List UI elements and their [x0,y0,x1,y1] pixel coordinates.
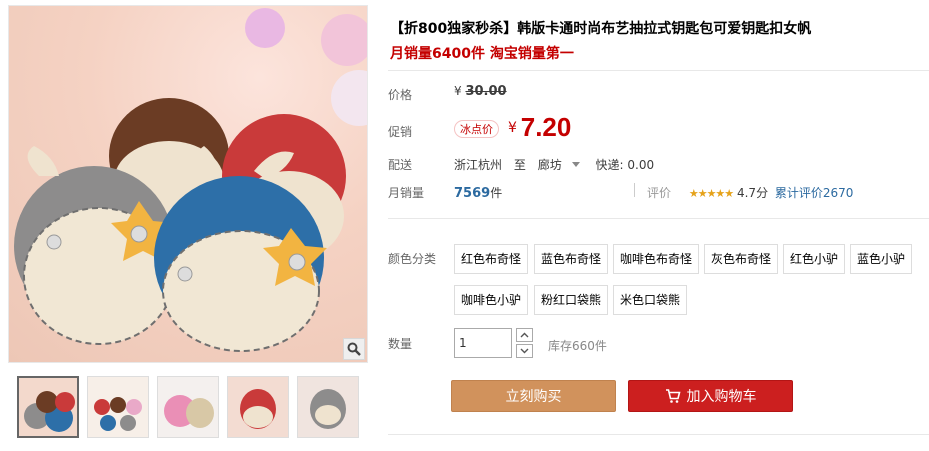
express-fee: 快递: 0.00 [595,158,655,172]
divider [388,70,929,71]
add-to-cart-label: 加入购物车 [686,389,757,405]
divider [388,218,929,219]
color-option[interactable]: 蓝色布奇怪 [534,244,609,274]
color-option[interactable]: 粉红口袋熊 [534,285,609,315]
monthly-sales-unit: 件 [490,186,503,200]
promo-label: 促销 [388,125,413,139]
thumbnail-5[interactable] [297,376,359,438]
quantity-decrease-button[interactable] [516,344,533,358]
shipping-label: 配送 [388,158,413,172]
buy-now-button[interactable]: 立刻购买 [451,380,616,412]
promo-tag-badge: 冰点价 [454,120,499,138]
review-count-link[interactable]: 累计评价2670 [775,186,854,200]
color-option[interactable]: 咖啡色小驴 [454,285,529,315]
quantity-input[interactable] [454,328,512,358]
monthly-sales: 7569件 [454,184,502,201]
monthly-sales-count: 7569 [454,186,491,201]
thumbnail-3[interactable] [157,376,219,438]
divider [388,434,929,435]
shipping-info: 浙江杭州 至 廊坊 快递: 0.00 [454,156,662,173]
product-title: 【折800独家秒杀】韩版卡通时尚布艺抽拉式钥匙包可爱钥匙扣女帆 [390,21,812,37]
main-product-image[interactable] [8,5,368,363]
promo-currency-symbol: ¥ [508,120,517,136]
color-option[interactable]: 咖啡色布奇怪 [613,244,700,274]
ship-to-value: 廊坊 [537,158,562,172]
color-option[interactable]: 灰色布奇怪 [704,244,779,274]
stock-count: 库存660件 [548,339,607,353]
product-subtitle: 月销量6400件 淘宝销量第一 [390,46,574,62]
cart-icon [665,389,681,403]
color-option[interactable]: 红色布奇怪 [454,244,529,274]
plush-coin-purses-illustration [14,8,367,352]
divider [634,183,635,197]
ship-to-word: 至 [513,158,526,172]
price-label: 价格 [388,88,413,102]
chevron-up-icon [520,332,529,338]
ship-from: 浙江杭州 [454,158,503,172]
chevron-down-icon [520,348,529,354]
thumbnail-4[interactable] [227,376,289,438]
original-price: ¥ 30.00 [454,84,507,99]
product-info-panel: 【折800独家秒杀】韩版卡通时尚布艺抽拉式钥匙包可爱钥匙扣女帆 月销量6400件… [388,0,929,451]
ship-to-select[interactable]: 廊坊 [538,158,592,172]
color-option[interactable]: 蓝色小驴 [850,244,913,274]
color-option[interactable]: 米色口袋熊 [613,285,688,315]
original-price-value: 30.00 [465,84,507,99]
quantity-label: 数量 [388,337,413,351]
currency-symbol: ¥ [454,84,462,98]
star-rating-icon: ★★★★★ [688,187,734,200]
magnifier-icon[interactable] [343,338,365,360]
rating-summary: 评价 ★★★★★ 4.7分 累计评价2670 [647,184,853,201]
monthly-sales-label: 月销量 [388,186,425,200]
promo-price: ¥ 7.20 [508,112,571,143]
color-category-label: 颜色分类 [388,252,437,266]
rating-label: 评价 [647,186,672,200]
quantity-increase-button[interactable] [516,328,533,342]
chevron-down-icon [571,162,580,167]
color-option[interactable]: 红色小驴 [783,244,846,274]
thumbnail-2[interactable] [87,376,149,438]
promo-price-value: 7.20 [520,112,572,142]
rating-score: 4.7分 [736,186,769,200]
add-to-cart-button[interactable]: 加入购物车 [628,380,793,412]
thumbnail-1[interactable] [17,376,79,438]
